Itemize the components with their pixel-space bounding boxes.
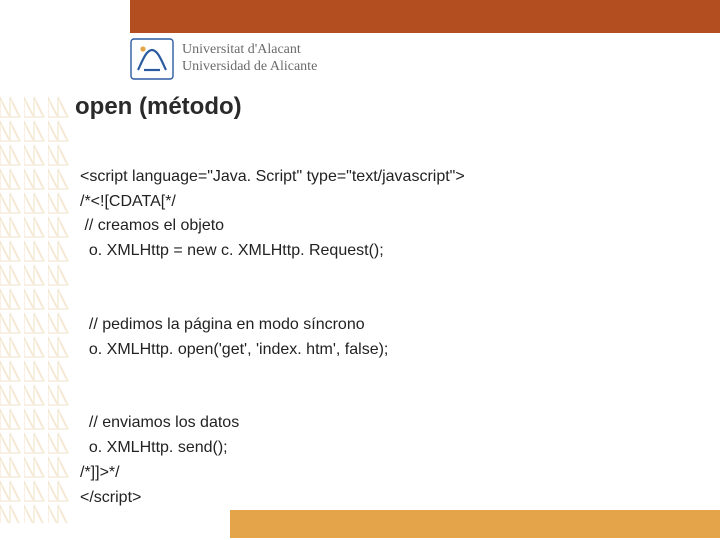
code-line: /*<![CDATA[*/ [80, 193, 176, 210]
background-pattern [0, 95, 72, 523]
code-block: <script language="Java. Script" type="te… [80, 140, 465, 510]
slide-title: open (método) [75, 93, 242, 121]
university-logo-block: Universitat d'Alacant Universidad de Ali… [130, 38, 317, 80]
university-name: Universitat d'Alacant Universidad de Ali… [182, 42, 317, 75]
footer-accent-bar [230, 510, 720, 538]
code-line: // pedimos la página en modo síncrono [80, 316, 365, 333]
code-line: o. XMLHttp. send(); [80, 439, 228, 456]
code-line: <script language="Java. Script" type="te… [80, 168, 465, 185]
code-line: // enviamos los datos [80, 414, 239, 431]
university-name-ca: Universitat d'Alacant [182, 42, 317, 59]
university-logo-icon [130, 38, 174, 80]
code-line: </script> [80, 489, 141, 506]
code-line: o. XMLHttp. open('get', 'index. htm', fa… [80, 341, 388, 358]
university-name-es: Universidad de Alicante [182, 59, 317, 76]
code-line: // creamos el objeto [80, 217, 224, 234]
code-line: o. XMLHttp = new c. XMLHttp. Request(); [80, 242, 384, 259]
code-line: /*]]>*/ [80, 464, 120, 481]
header-accent-bar [130, 0, 720, 33]
